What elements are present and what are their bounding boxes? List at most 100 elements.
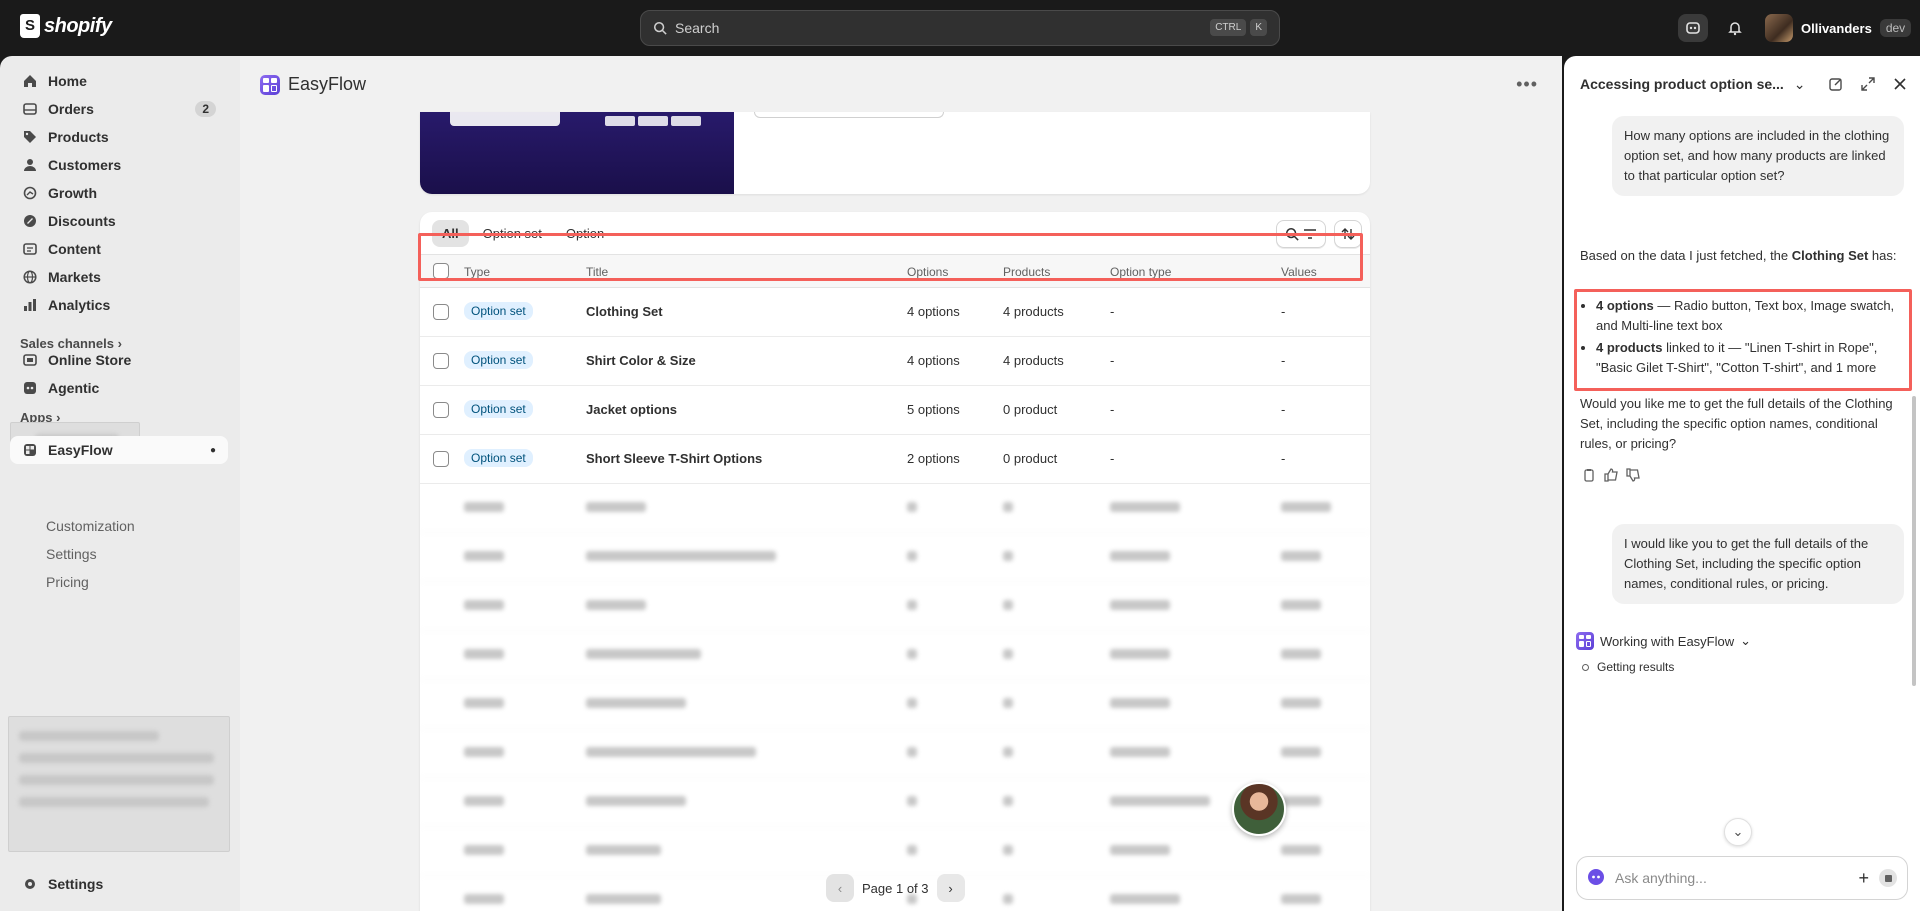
blurred-row	[420, 631, 1370, 680]
store-avatar	[1765, 14, 1793, 42]
shopify-logo[interactable]: shopify	[20, 14, 112, 38]
search-placeholder: Search	[675, 20, 720, 36]
nav-analytics[interactable]: Analytics	[10, 291, 228, 319]
search-shortcut: CTRL K	[1210, 19, 1267, 36]
nav-pricing[interactable]: Pricing	[46, 574, 89, 590]
nav-customers[interactable]: Customers	[10, 151, 228, 179]
easyflow-logo-icon	[1576, 632, 1594, 650]
row-products: 4 products	[1003, 353, 1064, 368]
previous-page-button[interactable]: ‹	[826, 874, 854, 902]
row-checkbox[interactable]	[433, 353, 449, 369]
nav-orders[interactable]: Orders 2	[10, 95, 228, 123]
row-title[interactable]: Shirt Color & Size	[586, 353, 696, 368]
row-checkbox[interactable]	[433, 402, 449, 418]
store-name: Ollivanders	[1801, 20, 1872, 36]
user-menu[interactable]: Ollivanders dev	[1765, 14, 1912, 42]
nav-label: Orders	[48, 101, 94, 117]
nav-customization[interactable]: Customization	[46, 518, 135, 534]
tool-status[interactable]: Working with EasyFlow ⌄	[1576, 632, 1751, 650]
more-actions-icon[interactable]: •••	[1516, 74, 1538, 95]
close-button[interactable]	[1890, 74, 1910, 94]
close-icon	[1894, 78, 1906, 90]
next-page-button[interactable]: ›	[936, 874, 965, 902]
stop-icon	[1884, 874, 1892, 882]
nav-easyflow[interactable]: EasyFlow ●	[10, 436, 228, 464]
chart-icon	[22, 297, 38, 313]
row-option-type: -	[1110, 451, 1115, 466]
expand-icon	[1861, 77, 1875, 91]
row-title[interactable]: Clothing Set	[586, 304, 663, 319]
nav-label: Analytics	[48, 297, 111, 313]
agentic-icon	[22, 380, 38, 396]
nav-app-settings[interactable]: Settings	[46, 546, 97, 562]
type-badge: Option set	[464, 400, 533, 418]
chevron-down-icon: ⌄	[1732, 824, 1744, 839]
row-title[interactable]: Short Sleeve T-Shirt Options	[586, 451, 762, 466]
user-message: How many options are included in the clo…	[1612, 116, 1904, 196]
row-checkbox[interactable]	[433, 304, 449, 320]
table-row[interactable]: Option set Short Sleeve T-Shirt Options …	[420, 435, 1370, 484]
blurred-row	[420, 484, 1370, 533]
type-badge: Option set	[464, 302, 533, 320]
new-chat-button[interactable]	[1826, 74, 1846, 94]
shopify-wordmark: shopify	[44, 14, 112, 37]
row-options: 4 options	[907, 353, 960, 368]
dev-badge: dev	[1879, 19, 1912, 37]
feedback-actions	[1582, 468, 1640, 485]
pagination: ‹ Page 1 of 3 ›	[826, 874, 965, 902]
compose-icon	[1829, 78, 1842, 91]
scroll-to-bottom-button[interactable]: ⌄	[1724, 818, 1752, 846]
chevron-down-icon: ⌄	[1740, 633, 1752, 648]
banner-button[interactable]	[754, 112, 944, 118]
nav-label: Home	[48, 73, 87, 89]
table-row[interactable]: Option set Shirt Color & Size 4 options …	[420, 337, 1370, 386]
shopify-bag-icon	[20, 14, 40, 38]
nav-growth[interactable]: Growth	[10, 179, 228, 207]
globe-icon	[22, 269, 38, 285]
nav-markets[interactable]: Markets	[10, 263, 228, 291]
sidekick-button[interactable]	[1678, 14, 1708, 42]
expand-button[interactable]	[1858, 74, 1878, 94]
main-content: EasyFlow ••• All Option set Option Type	[240, 56, 1562, 911]
global-search[interactable]: Search CTRL K	[640, 10, 1280, 46]
app-title: EasyFlow	[260, 74, 366, 95]
nav-content[interactable]: Content	[10, 235, 228, 263]
nav-online-store[interactable]: Online Store	[10, 346, 228, 374]
nav-label: EasyFlow	[48, 442, 113, 458]
easyflow-app-icon	[22, 442, 38, 458]
nav-agentic[interactable]: Agentic	[10, 374, 228, 402]
table-row[interactable]: Option set Jacket options 5 options 0 pr…	[420, 386, 1370, 435]
orders-icon	[22, 101, 38, 117]
nav-settings[interactable]: Settings	[10, 870, 228, 898]
plus-icon[interactable]: +	[1858, 868, 1869, 889]
row-title[interactable]: Jacket options	[586, 402, 677, 417]
copy-icon[interactable]	[1582, 468, 1596, 485]
nav-label: Agentic	[48, 380, 100, 396]
assistant-intro: Based on the data I just fetched, the Cl…	[1580, 246, 1910, 266]
conversation-title[interactable]: Accessing product option se... ⌄	[1580, 76, 1805, 93]
thumbs-down-icon[interactable]	[1626, 468, 1640, 485]
type-badge: Option set	[464, 351, 533, 369]
nav-home[interactable]: Home	[10, 67, 228, 95]
notifications-button[interactable]	[1720, 14, 1750, 42]
content-icon	[22, 241, 38, 257]
table-row[interactable]: Option set Clothing Set 4 options 4 prod…	[420, 288, 1370, 337]
promo-banner	[420, 112, 1370, 194]
chat-scrollbar[interactable]	[1912, 396, 1916, 686]
row-option-type: -	[1110, 402, 1115, 417]
blurred-row	[420, 729, 1370, 778]
stop-button[interactable]	[1879, 869, 1897, 887]
row-option-type: -	[1110, 304, 1115, 319]
nav-products[interactable]: Products	[10, 123, 228, 151]
ask-input[interactable]	[1615, 870, 1835, 886]
row-values: -	[1281, 353, 1286, 368]
chat-input-box: +	[1576, 856, 1908, 900]
assistant-avatar[interactable]	[1232, 782, 1286, 836]
kbd-ctrl: CTRL	[1210, 19, 1247, 36]
nav-discounts[interactable]: Discounts	[10, 207, 228, 235]
nav-label: Customers	[48, 157, 122, 173]
row-checkbox[interactable]	[433, 451, 449, 467]
thumbs-up-icon[interactable]	[1604, 468, 1618, 485]
intro-text-end: has:	[1868, 248, 1897, 263]
sidekick-chat-panel: Accessing product option se... ⌄ How man…	[1564, 56, 1920, 911]
